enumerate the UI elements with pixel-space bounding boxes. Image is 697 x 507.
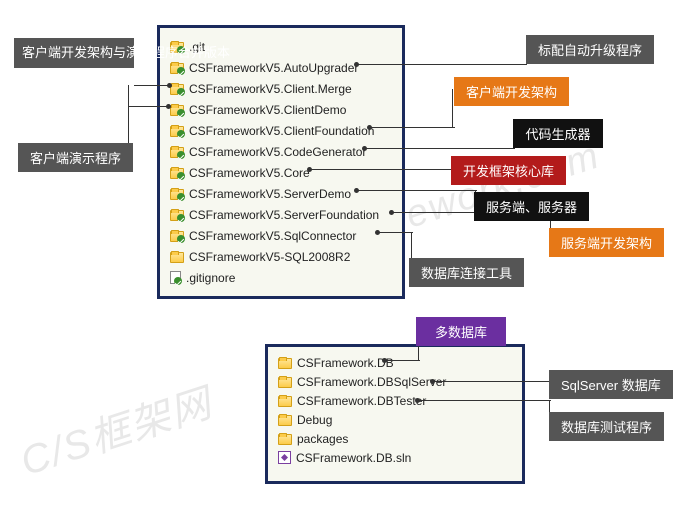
list-item: .gitignore bbox=[170, 267, 392, 288]
list-item: CSFrameworkV5-SQL2008R2 bbox=[170, 246, 392, 267]
connector-dot bbox=[382, 358, 387, 363]
item-text: .gitignore bbox=[186, 271, 235, 285]
label-sql-connector: 数据库连接工具 bbox=[409, 258, 524, 287]
list-item: CSFrameworkV5.ServerDemo bbox=[170, 183, 392, 204]
connector-line bbox=[385, 360, 420, 361]
item-text: CSFrameworkV5.Core bbox=[189, 166, 310, 180]
item-text: CSFrameworkV5.AutoUpgrader bbox=[189, 61, 358, 75]
item-text: Debug bbox=[297, 413, 332, 427]
label-db-tester: 数据库测试程序 bbox=[549, 412, 664, 441]
item-text: CSFramework.DB.sln bbox=[296, 451, 411, 465]
connector-line bbox=[357, 190, 477, 191]
folder-icon bbox=[170, 84, 184, 95]
label-server-foundation: 服务端开发架构 bbox=[549, 228, 664, 257]
connector-line bbox=[411, 232, 412, 260]
folder-icon bbox=[170, 63, 184, 74]
connector-dot bbox=[362, 146, 367, 151]
label-code-generator: 代码生成器 bbox=[513, 119, 603, 148]
list-item: CSFrameworkV5.Client.Merge bbox=[170, 78, 392, 99]
list-item: packages bbox=[278, 429, 512, 448]
folder-icon bbox=[278, 358, 292, 369]
connector-line bbox=[134, 85, 169, 86]
connector-dot bbox=[307, 167, 312, 172]
connector-dot bbox=[354, 188, 359, 193]
label-multi-db: 多数据库 bbox=[416, 317, 506, 346]
folder-icon bbox=[170, 105, 184, 116]
list-item: Debug bbox=[278, 410, 512, 429]
folder-icon bbox=[278, 396, 292, 407]
list-item: CSFrameworkV5.SqlConnector bbox=[170, 225, 392, 246]
connector-line bbox=[370, 127, 455, 128]
project-list-panel-1: .git CSFrameworkV5.AutoUpgrader CSFramew… bbox=[157, 25, 405, 299]
label-client-foundation: 客户端开发架构 bbox=[454, 77, 569, 106]
connector-dot bbox=[415, 398, 420, 403]
folder-icon bbox=[278, 415, 292, 426]
connector-dot bbox=[166, 104, 171, 109]
folder-icon bbox=[170, 126, 184, 137]
connector-line bbox=[357, 64, 527, 65]
folder-icon bbox=[170, 189, 184, 200]
connector-line bbox=[365, 148, 515, 149]
folder-icon bbox=[170, 168, 184, 179]
connector-dot bbox=[167, 83, 172, 88]
list-item: CSFrameworkV5.CodeGenerator bbox=[170, 141, 392, 162]
connector-line bbox=[310, 169, 452, 170]
folder-icon bbox=[170, 231, 184, 242]
folder-icon bbox=[170, 147, 184, 158]
item-text: CSFramework.DB bbox=[297, 356, 394, 370]
connector-dot bbox=[354, 62, 359, 67]
folder-icon bbox=[170, 210, 184, 221]
item-text: CSFrameworkV5.ClientDemo bbox=[189, 103, 346, 117]
item-text: CSFramework.DBTester bbox=[297, 394, 426, 408]
item-text: packages bbox=[297, 432, 348, 446]
item-text: CSFrameworkV5.Client.Merge bbox=[189, 82, 352, 96]
item-text: CSFrameworkV5.ClientFoundation bbox=[189, 124, 374, 138]
folder-icon bbox=[170, 252, 184, 263]
label-core: 开发框架核心库 bbox=[451, 156, 566, 185]
connector-line bbox=[128, 106, 168, 107]
list-item: CSFrameworkV5.AutoUpgrader bbox=[170, 57, 392, 78]
item-text: CSFrameworkV5.ServerDemo bbox=[189, 187, 351, 201]
connector-line bbox=[378, 232, 413, 233]
label-client-demo: 客户端演示程序 bbox=[18, 143, 133, 172]
project-list-panel-2: CSFramework.DB CSFramework.DBSqlServer C… bbox=[265, 344, 525, 484]
item-text: CSFrameworkV5-SQL2008R2 bbox=[189, 250, 350, 264]
connector-line bbox=[418, 400, 551, 401]
label-auto-upgrader: 标配自动升级程序 bbox=[526, 35, 654, 64]
connector-dot bbox=[375, 230, 380, 235]
list-item: CSFramework.DB.sln bbox=[278, 448, 512, 467]
list-item: CSFramework.DB bbox=[278, 353, 512, 372]
connector-dot bbox=[389, 210, 394, 215]
connector-dot bbox=[367, 125, 372, 130]
folder-icon bbox=[278, 434, 292, 445]
folder-icon bbox=[278, 377, 292, 388]
connector-dot bbox=[430, 379, 435, 384]
item-text: CSFrameworkV5.ServerFoundation bbox=[189, 208, 379, 222]
list-item: CSFrameworkV5.ClientDemo bbox=[170, 99, 392, 120]
item-text: CSFrameworkV5.SqlConnector bbox=[189, 229, 356, 243]
list-item: CSFrameworkV5.Core bbox=[170, 162, 392, 183]
list-item: CSFrameworkV5.ClientFoundation bbox=[170, 120, 392, 141]
watermark-text: C/S框架网 bbox=[12, 370, 219, 487]
item-text: CSFramework.DBSqlServer bbox=[297, 375, 446, 389]
label-server: 服务端、服务器 bbox=[474, 192, 589, 221]
item-text: CSFrameworkV5.CodeGenerator bbox=[189, 145, 366, 159]
connector-line bbox=[433, 381, 551, 382]
label-sqlserver: SqlServer 数据库 bbox=[549, 370, 673, 399]
connector-line bbox=[452, 89, 453, 127]
sln-icon bbox=[278, 451, 291, 464]
list-item: CSFrameworkV5.ServerFoundation bbox=[170, 204, 392, 225]
label-client-merge: 客户端开发架构与演示程序合并版本 bbox=[14, 38, 134, 68]
file-icon bbox=[170, 271, 181, 284]
